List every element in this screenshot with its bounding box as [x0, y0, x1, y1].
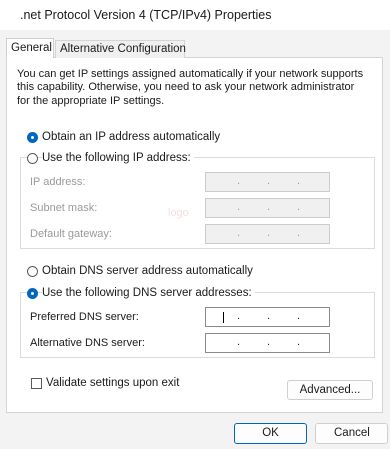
- obtain-dns-auto-radio[interactable]: Obtain DNS server address automatically: [27, 263, 256, 279]
- use-following-dns-label: Use the following DNS server addresses:: [42, 287, 255, 299]
- preferred-dns-input[interactable]: . . .: [205, 307, 330, 327]
- octet-separator: .: [237, 201, 241, 213]
- subnet-mask-label: Subnet mask:: [30, 202, 98, 214]
- obtain-ip-auto-label: Obtain an IP address automatically: [42, 131, 224, 143]
- obtain-ip-auto-radio[interactable]: Obtain an IP address automatically: [27, 129, 224, 145]
- default-gateway-label: Default gateway:: [30, 228, 112, 240]
- window-title: .net Protocol Version 4 (TCP/IPv4) Prope…: [20, 8, 272, 22]
- octet-separator: .: [237, 336, 241, 348]
- radio-checked-icon: [27, 287, 38, 299]
- octet-separator: .: [267, 336, 271, 348]
- octet-separator: .: [297, 201, 301, 213]
- radio-checked-icon: [27, 131, 38, 143]
- octet-separator: .: [297, 175, 301, 187]
- octet-separator: .: [237, 310, 241, 322]
- ok-button[interactable]: OK: [234, 423, 307, 444]
- obtain-dns-auto-label: Obtain DNS server address automatically: [42, 265, 256, 277]
- radio-unchecked-icon: [27, 152, 38, 164]
- subnet-mask-input[interactable]: . . .: [205, 198, 330, 218]
- use-following-ip-radio[interactable]: Use the following IP address:: [27, 150, 194, 166]
- text-cursor: [223, 312, 224, 323]
- use-following-ip-label: Use the following IP address:: [42, 152, 194, 164]
- octet-separator: .: [237, 175, 241, 187]
- validate-settings-checkbox[interactable]: Validate settings upon exit: [31, 377, 179, 389]
- use-following-dns-radio[interactable]: Use the following DNS server addresses:: [27, 285, 255, 301]
- alternative-dns-label: Alternative DNS server:: [30, 337, 145, 349]
- octet-separator: .: [297, 227, 301, 239]
- tab-alternative-configuration[interactable]: Alternative Configuration: [55, 40, 186, 58]
- watermark-logo: logo: [168, 207, 189, 219]
- preferred-dns-label: Preferred DNS server:: [30, 311, 139, 323]
- checkbox-unchecked-icon: [31, 377, 42, 389]
- octet-separator: .: [237, 227, 241, 239]
- octet-separator: .: [267, 227, 271, 239]
- validate-settings-label: Validate settings upon exit: [46, 377, 180, 389]
- octet-separator: .: [297, 336, 301, 348]
- advanced-button[interactable]: Advanced...: [287, 380, 373, 400]
- radio-unchecked-icon: [27, 265, 38, 277]
- ip-address-input[interactable]: . . .: [205, 172, 330, 192]
- octet-separator: .: [267, 175, 271, 187]
- octet-separator: .: [297, 310, 301, 322]
- ip-address-label: IP address:: [30, 176, 86, 188]
- alternative-dns-input[interactable]: . . .: [205, 333, 330, 353]
- default-gateway-input[interactable]: . . .: [205, 224, 330, 244]
- cancel-button[interactable]: Cancel: [315, 423, 388, 444]
- intro-text: You can get IP settings assigned automat…: [17, 68, 364, 107]
- title-bar: .net Protocol Version 4 (TCP/IPv4) Prope…: [0, 0, 390, 30]
- octet-separator: .: [267, 310, 271, 322]
- octet-separator: .: [267, 201, 271, 213]
- tab-general[interactable]: General: [6, 38, 54, 58]
